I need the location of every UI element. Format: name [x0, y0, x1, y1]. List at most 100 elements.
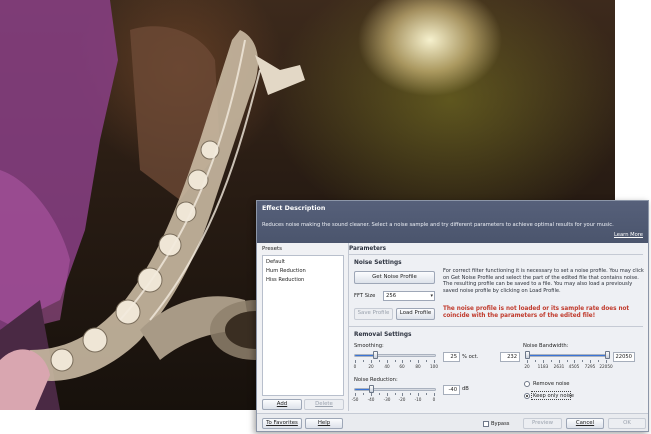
smoothing-tick-label: 0: [353, 364, 357, 369]
noise-bandwidth-ticks: [527, 360, 607, 363]
noise-bandwidth-label: Noise Bandwidth:: [523, 343, 569, 349]
noise-reduction-tick-mark: [402, 393, 403, 396]
noise-bandwidth-tick-mark: [527, 360, 528, 363]
noise-reduction-tick-labels: -50 -40 -30 -20 -10 0: [351, 397, 436, 403]
noise-profile-info-text: For correct filter functioning it is nec…: [443, 268, 644, 294]
noise-bandwidth-tick-mark: [551, 360, 552, 362]
cancel-button[interactable]: Cancel: [566, 418, 604, 429]
get-noise-profile-button[interactable]: Get Noise Profile: [354, 271, 435, 284]
noise-bandwidth-tick-label: 20: [524, 364, 530, 369]
noise-bandwidth-tick-label: 22050: [599, 364, 613, 369]
smoothing-tick-label: 40: [384, 364, 390, 369]
smoothing-input[interactable]: 25: [443, 352, 460, 362]
smoothing-tick-mark: [426, 360, 427, 362]
noise-bandwidth-tick-mark: [535, 360, 536, 362]
noise-reduction-dialog: Effect Description Reduces noise making …: [256, 200, 649, 432]
effect-description-panel: Effect Description Reduces noise making …: [257, 201, 648, 243]
fft-size-select[interactable]: 256 ▾: [383, 291, 435, 301]
noise-bandwidth-tick-mark: [574, 360, 575, 363]
keep-only-noise-label[interactable]: Keep only noise: [533, 393, 574, 399]
effect-description-text: Reduces noise making the sound cleaner. …: [262, 222, 614, 228]
remove-noise-radio[interactable]: [524, 381, 530, 387]
noise-reduction-tick-mark: [355, 393, 356, 396]
noise-reduction-label: Noise Reduction:: [354, 377, 398, 383]
noise-reduction-tick-label: 0: [432, 397, 436, 402]
smoothing-tick-mark: [402, 360, 403, 363]
smoothing-tick-mark: [410, 360, 411, 362]
preset-item-hum-reduction[interactable]: Hum Reduction: [263, 267, 343, 276]
effect-description-title: Effect Description: [262, 205, 326, 212]
noise-reduction-tick-mark: [363, 393, 364, 395]
smoothing-tick-label: 80: [415, 364, 421, 369]
noise-reduction-tick-mark: [418, 393, 419, 396]
smoothing-label: Smoothing:: [354, 343, 384, 349]
noise-reduction-tick-label: -40: [367, 397, 375, 402]
noise-bandwidth-tick-mark: [590, 360, 591, 363]
learn-more-link[interactable]: Learn More: [614, 232, 643, 238]
presets-list[interactable]: Default Hum Reduction Hiss Reduction: [262, 255, 344, 396]
noise-bandwidth-tick-mark: [559, 360, 560, 363]
smoothing-slider-track[interactable]: [354, 354, 436, 357]
smoothing-tick-mark: [387, 360, 388, 363]
noise-reduction-tick-mark: [426, 393, 427, 395]
noise-bandwidth-high-input[interactable]: 22050: [613, 352, 635, 362]
noise-bandwidth-low-input[interactable]: 232: [500, 352, 520, 362]
noise-bandwidth-tick-label: 1183: [537, 364, 549, 369]
parameters-divider: [349, 254, 643, 255]
add-preset-button[interactable]: Add: [262, 399, 302, 410]
smoothing-tick-label: 60: [399, 364, 405, 369]
keep-only-noise-radio[interactable]: [524, 393, 530, 399]
load-profile-button[interactable]: Load Profile: [396, 308, 435, 320]
noise-reduction-tick-label: -50: [351, 397, 359, 402]
bypass-checkbox[interactable]: [483, 421, 489, 427]
noise-profile-warning-text: The noise profile is not loaded or its s…: [443, 306, 630, 320]
noise-bandwidth-low-thumb[interactable]: [525, 351, 530, 359]
noise-bandwidth-tick-mark: [543, 360, 544, 363]
ok-button[interactable]: OK: [608, 418, 646, 429]
noise-bandwidth-tick-mark: [582, 360, 583, 362]
to-favorites-button[interactable]: To Favorites: [262, 418, 302, 429]
bypass-label[interactable]: Bypass: [491, 421, 510, 427]
save-profile-button[interactable]: Save Profile: [354, 308, 393, 320]
smoothing-tick-label: 100: [430, 364, 438, 369]
noise-reduction-tick-mark: [379, 393, 380, 395]
noise-bandwidth-slider-track[interactable]: [525, 354, 609, 357]
smoothing-ticks: [355, 360, 435, 363]
noise-reduction-tick-label: -20: [398, 397, 406, 402]
noise-reduction-tick-mark: [371, 393, 372, 396]
smoothing-tick-mark: [371, 360, 372, 363]
preview-button[interactable]: Preview: [523, 418, 562, 429]
noise-reduction-tick-mark: [410, 393, 411, 395]
preset-item-hiss-reduction[interactable]: Hiss Reduction: [263, 276, 343, 285]
smoothing-tick-mark: [418, 360, 419, 363]
noise-reduction-input[interactable]: -40: [443, 385, 460, 395]
noise-reduction-tick-mark: [387, 393, 388, 396]
parameters-label: Parameters: [349, 246, 387, 252]
fft-size-label: FFT Size: [354, 293, 376, 299]
noise-bandwidth-slider-fill: [527, 355, 607, 356]
noise-reduction-unit: dB: [462, 386, 469, 392]
help-button[interactable]: Help: [305, 418, 343, 429]
smoothing-tick-labels: 0 20 40 60 80 100: [353, 364, 438, 370]
noise-reduction-tick-mark: [395, 393, 396, 395]
preset-item-default[interactable]: Default: [263, 258, 343, 267]
noise-bandwidth-tick-label: 4505: [568, 364, 580, 369]
noise-bandwidth-tick-mark: [598, 360, 599, 362]
noise-bandwidth-high-thumb[interactable]: [605, 351, 610, 359]
smoothing-unit: % oct.: [462, 354, 479, 360]
smoothing-tick-label: 20: [368, 364, 374, 369]
presets-label: Presets: [262, 246, 283, 252]
noise-reduction-tick-mark: [434, 393, 435, 396]
removal-divider: [349, 326, 643, 327]
smoothing-slider-thumb[interactable]: [373, 351, 378, 359]
fft-size-value: 256: [386, 293, 397, 299]
noise-bandwidth-tick-label: 7295: [584, 364, 596, 369]
noise-reduction-tick-label: -10: [414, 397, 422, 402]
noise-bandwidth-tick-labels: 20 1183 2631 4505 7295 22050: [524, 364, 613, 370]
smoothing-tick-mark: [395, 360, 396, 362]
noise-reduction-slider-track[interactable]: [354, 388, 436, 391]
remove-noise-label[interactable]: Remove noise: [533, 381, 570, 387]
delete-preset-button[interactable]: Delete: [304, 399, 344, 410]
noise-reduction-slider-thumb[interactable]: [369, 385, 374, 393]
noise-reduction-ticks: [355, 393, 435, 396]
